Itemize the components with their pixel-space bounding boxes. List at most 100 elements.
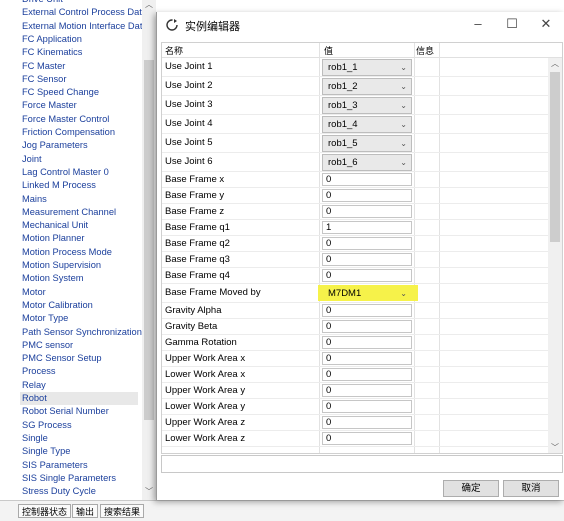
value-dropdown[interactable]: rob1_4 ⌄ <box>322 116 412 133</box>
list-item[interactable]: SG Process <box>22 419 72 432</box>
list-item[interactable]: Robot <box>20 392 138 405</box>
list-item[interactable]: Motor <box>22 286 46 299</box>
list-item[interactable]: Stress Duty Cycle <box>22 485 96 498</box>
list-item[interactable]: Single Type <box>22 445 70 458</box>
table-row: Base Frame Moved by M7DM1 ⌄ <box>162 284 548 303</box>
list-item[interactable]: Motion Process Mode <box>22 246 112 259</box>
list-item[interactable]: Mains <box>22 193 47 206</box>
value-input[interactable]: 0 <box>322 304 412 317</box>
value-input[interactable]: 0 <box>322 205 412 218</box>
chevron-down-icon[interactable]: ⌄ <box>400 136 407 152</box>
list-item[interactable]: Path Sensor Synchronization <box>22 326 142 339</box>
value-input[interactable]: 1 <box>322 221 412 234</box>
cancel-button[interactable]: 取消 <box>503 480 559 497</box>
left-list-scrollbar[interactable]: ︿ ﹀ <box>142 0 156 500</box>
scroll-down-arrow-icon[interactable]: ﹀ <box>550 442 560 453</box>
list-item[interactable]: Jog Parameters <box>22 139 88 152</box>
list-item[interactable]: SIS Parameters <box>22 459 88 472</box>
value-input[interactable]: 0 <box>322 352 412 365</box>
parameter-name: Base Frame q3 <box>165 254 230 265</box>
scroll-up-arrow-icon[interactable]: ︿ <box>550 58 560 69</box>
chevron-down-icon[interactable]: ⌄ <box>400 155 407 171</box>
value-dropdown[interactable]: rob1_3 ⌄ <box>322 97 412 114</box>
dropdown-value: rob1_3 <box>328 100 358 111</box>
list-item[interactable]: FC Master <box>22 60 65 73</box>
list-item[interactable]: Mechanical Unit <box>22 219 88 232</box>
scrollbar-thumb[interactable] <box>550 72 560 242</box>
scroll-up-arrow-icon[interactable]: ︿ <box>144 0 154 10</box>
list-item[interactable]: Lag Control Master 0 <box>22 166 109 179</box>
value-input[interactable]: 0 <box>322 416 412 429</box>
list-item[interactable]: FC Sensor <box>22 73 66 86</box>
list-item[interactable]: PMC Sensor Setup <box>22 352 102 365</box>
table-row: Base Frame q3 0 <box>162 252 548 268</box>
list-item[interactable]: Joint <box>22 153 42 166</box>
parameter-name: Base Frame q4 <box>165 270 230 281</box>
list-item[interactable]: Relay <box>22 379 46 392</box>
value-input[interactable]: 0 <box>322 253 412 266</box>
minimize-icon[interactable]: – <box>467 15 489 33</box>
list-item[interactable]: Force Master <box>22 99 77 112</box>
list-item[interactable]: Force Master Control <box>22 113 109 126</box>
list-item[interactable]: External Motion Interface Data <box>22 20 148 33</box>
value-dropdown[interactable]: rob1_1 ⌄ <box>322 59 412 76</box>
chevron-down-icon[interactable]: ⌄ <box>400 60 407 76</box>
value-dropdown[interactable]: rob1_6 ⌄ <box>322 154 412 171</box>
ok-button[interactable]: 确定 <box>443 480 499 497</box>
parameter-name: Upper Work Area z <box>165 417 246 428</box>
list-item[interactable]: FC Kinematics <box>22 46 82 59</box>
table-row: Base Frame y 0 <box>162 188 548 204</box>
list-item[interactable]: FC Application <box>22 33 82 46</box>
scrollbar-thumb[interactable] <box>144 60 154 420</box>
parameter-name: Base Frame y <box>165 190 225 201</box>
value-input[interactable]: 0 <box>322 336 412 349</box>
list-item[interactable]: Friction Compensation <box>22 126 115 139</box>
chevron-down-icon[interactable]: ⌄ <box>400 286 407 302</box>
dialog-titlebar[interactable]: 实例编辑器 – ☐ ✕ <box>157 12 564 38</box>
parameter-name: Base Frame x <box>165 174 225 185</box>
value-dropdown[interactable]: rob1_5 ⌄ <box>322 135 412 152</box>
table-row: Base Frame q4 0 <box>162 268 548 284</box>
list-item[interactable]: Linked M Process <box>22 179 96 192</box>
list-item[interactable]: Motor Calibration <box>22 299 93 312</box>
list-item[interactable]: Measurement Channel <box>22 206 116 219</box>
list-item[interactable]: SIS Single Parameters <box>22 472 116 485</box>
value-dropdown[interactable]: rob1_2 ⌄ <box>322 78 412 95</box>
list-item[interactable]: Robot Serial Number <box>22 405 109 418</box>
grid-scrollbar[interactable]: ︿ ﹀ <box>548 58 562 453</box>
dropdown-value: rob1_6 <box>328 157 358 168</box>
list-item[interactable]: PMC sensor <box>22 339 73 352</box>
scroll-down-arrow-icon[interactable]: ﹀ <box>144 487 154 497</box>
tab-search-results[interactable]: 搜索结果 <box>100 504 145 518</box>
chevron-down-icon[interactable]: ⌄ <box>400 79 407 95</box>
dropdown-value: rob1_1 <box>328 62 358 73</box>
list-item[interactable]: Process <box>22 365 56 378</box>
value-input[interactable]: 0 <box>322 237 412 250</box>
maximize-icon[interactable]: ☐ <box>501 15 523 33</box>
value-input[interactable]: 0 <box>322 173 412 186</box>
property-grid: 名称 值 信息 Use Joint 1 rob1_1 ⌄ Use Joint 2 rob… <box>161 42 563 454</box>
list-item[interactable]: Motor Type <box>22 312 68 325</box>
parameter-name: Lower Work Area x <box>165 369 246 380</box>
value-input[interactable]: 0 <box>322 189 412 202</box>
list-item[interactable]: Single <box>22 432 48 445</box>
value-input[interactable]: 0 <box>322 432 412 445</box>
tab-output[interactable]: 输出 <box>72 504 99 518</box>
list-item[interactable]: Motion Planner <box>22 232 85 245</box>
chevron-down-icon[interactable]: ⌄ <box>400 98 407 114</box>
list-item[interactable]: FC Speed Change <box>22 86 99 99</box>
tab-controller-status[interactable]: 控制器状态 <box>18 504 72 518</box>
table-row: Use Joint 6 rob1_6 ⌄ <box>162 153 548 172</box>
list-item[interactable]: Motion System <box>22 272 83 285</box>
list-item[interactable]: External Control Process Data <box>22 6 147 19</box>
list-item[interactable]: Motion Supervision <box>22 259 101 272</box>
value-dropdown[interactable]: M7DM1 ⌄ <box>322 285 412 302</box>
list-item[interactable]: Drive Unit <box>22 0 63 6</box>
value-input[interactable]: 0 <box>322 384 412 397</box>
close-icon[interactable]: ✕ <box>535 15 557 33</box>
value-input[interactable]: 0 <box>322 320 412 333</box>
value-input[interactable]: 0 <box>322 269 412 282</box>
chevron-down-icon[interactable]: ⌄ <box>400 117 407 133</box>
value-input[interactable]: 0 <box>322 368 412 381</box>
value-input[interactable]: 0 <box>322 400 412 413</box>
